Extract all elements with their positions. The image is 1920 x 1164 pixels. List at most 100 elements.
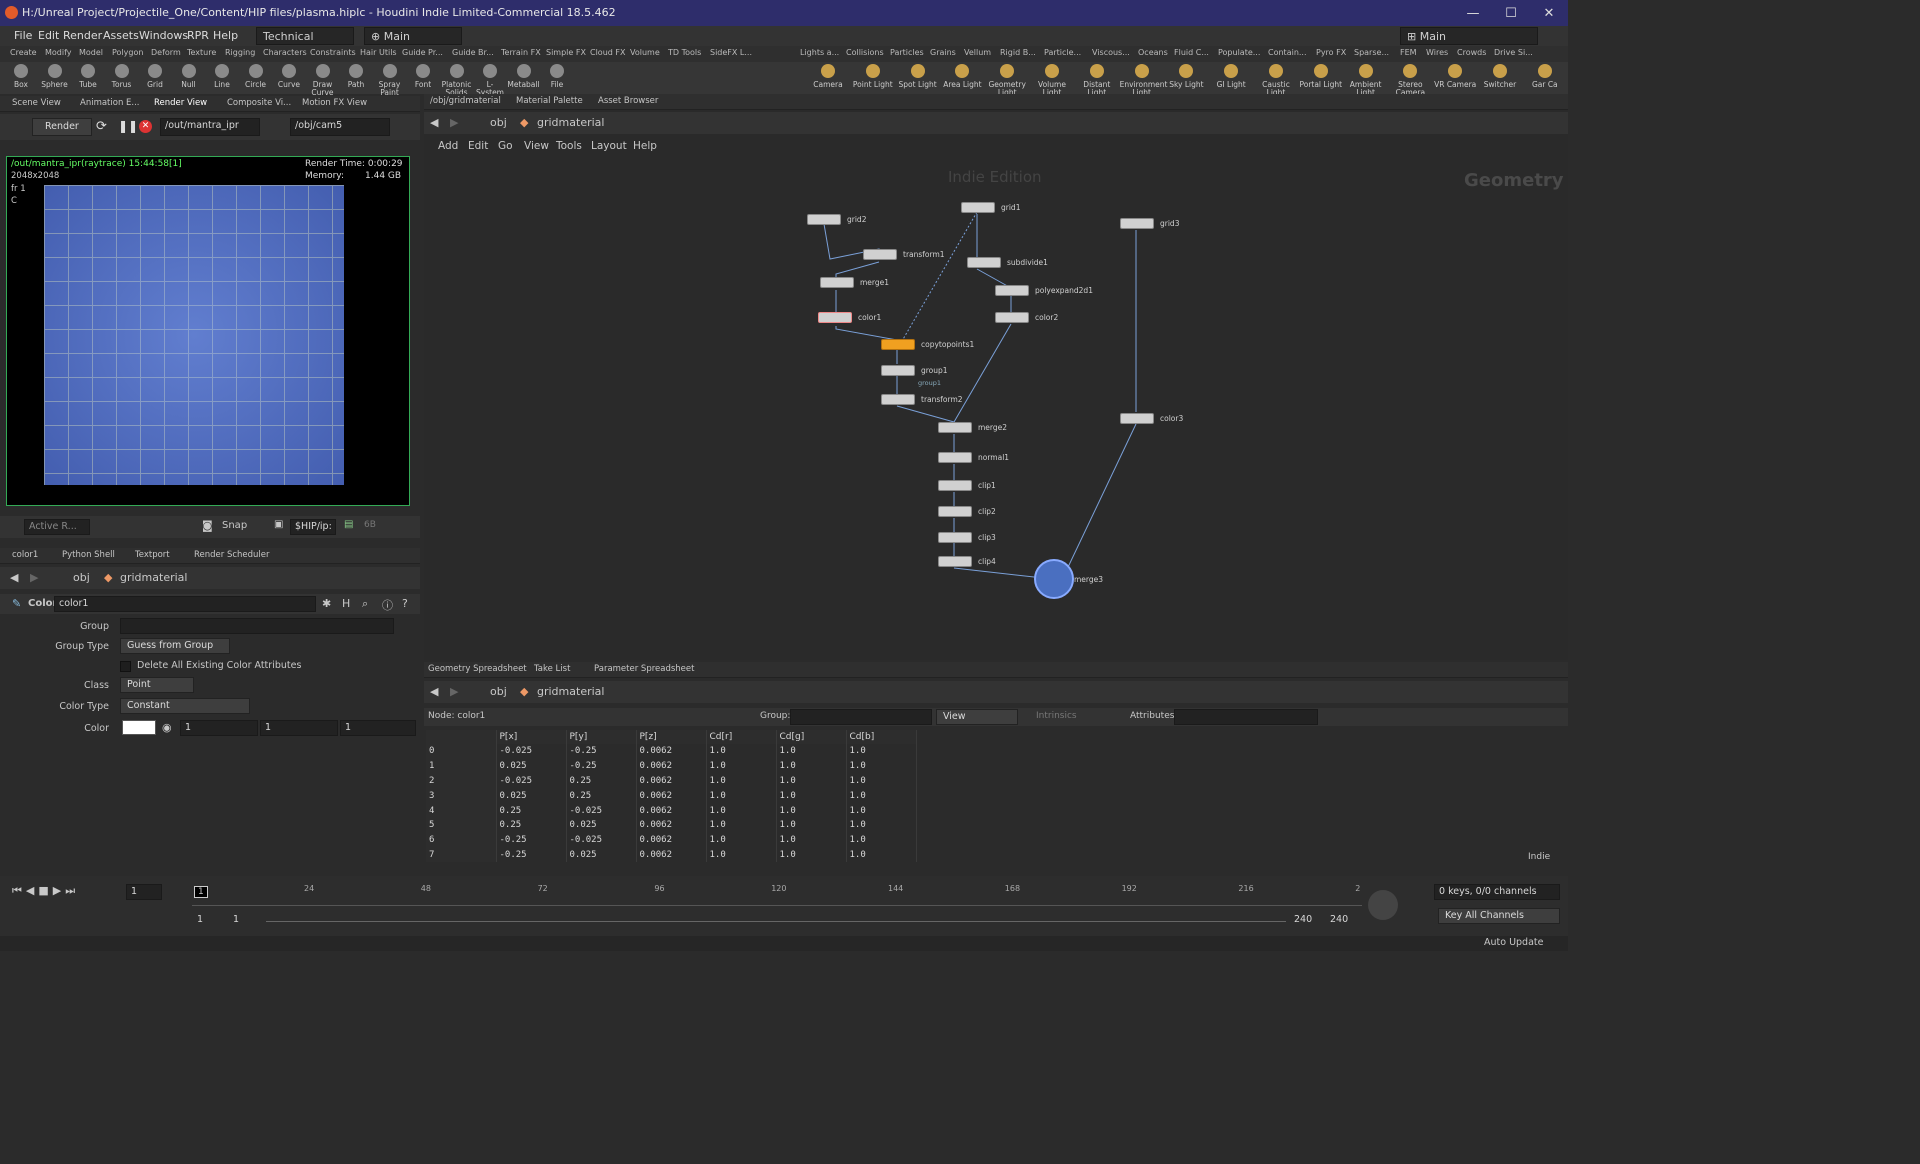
left-tab[interactable]: Scene View (12, 98, 61, 108)
menu-assets[interactable]: Assets (103, 29, 139, 42)
jump-end-icon[interactable]: ⏭ (65, 884, 75, 898)
shelf-tab[interactable]: Deform (151, 48, 181, 57)
minimize-button[interactable]: — (1454, 0, 1492, 26)
right-main-select[interactable]: ⊞ Main (1400, 27, 1538, 45)
close-button[interactable]: ✕ (1530, 0, 1568, 26)
gear-icon[interactable]: ✱ (322, 597, 331, 610)
sheet-tab[interactable]: Geometry Spreadsheet (428, 664, 527, 674)
shelf-tab[interactable]: Guide Br... (452, 48, 494, 57)
shelf-tab[interactable]: Populate... (1218, 48, 1260, 57)
start-frame-2[interactable]: 1 (229, 913, 257, 929)
snapshot-icon[interactable]: ◙ (202, 519, 213, 532)
sheet-tab[interactable]: Parameter Spreadsheet (594, 664, 694, 674)
shelf-tab[interactable]: FEM (1400, 48, 1417, 57)
shelf-tool[interactable]: Platonic Solids (440, 62, 474, 97)
column-header[interactable] (426, 730, 497, 744)
shelf-tab[interactable]: Pyro FX (1316, 48, 1346, 57)
shelf-tab[interactable]: SideFX L... (710, 48, 752, 57)
node-color3[interactable] (1120, 413, 1154, 424)
shelf-tab[interactable]: Polygon (112, 48, 143, 57)
node-color2[interactable] (995, 312, 1029, 323)
key-all-channels-button[interactable]: Key All Channels (1438, 908, 1560, 924)
shelf-tab[interactable]: Particles (890, 48, 924, 57)
shelf-tool[interactable]: Font (406, 62, 440, 89)
column-header[interactable]: Cd[g] (776, 730, 847, 744)
menu-windows[interactable]: Windows (139, 29, 188, 42)
help-h-icon[interactable]: H (342, 597, 350, 610)
menu-file[interactable]: File (14, 29, 32, 42)
node-merge2[interactable] (938, 422, 972, 433)
frame-field[interactable]: 1 (126, 884, 162, 900)
delete-checkbox[interactable] (120, 661, 131, 672)
shelf-tab[interactable]: Cloud FX (590, 48, 625, 57)
column-header[interactable]: Cd[r] (706, 730, 777, 744)
color-swatch[interactable] (122, 720, 156, 735)
shelf-tool[interactable]: File (540, 62, 574, 89)
shelf-tool[interactable]: Camera (806, 62, 850, 89)
shelf-tool[interactable]: Geometry Light (985, 62, 1029, 97)
path-obj[interactable]: obj (73, 571, 90, 584)
shelf-tab[interactable]: Particle... (1044, 48, 1081, 57)
path-node[interactable]: gridmaterial (120, 571, 187, 584)
group-field[interactable] (120, 618, 394, 634)
node-subdivide1[interactable] (967, 257, 1001, 268)
shelf-tool[interactable]: Ambient Light (1344, 62, 1388, 97)
node-group1[interactable] (881, 365, 915, 376)
shelf-tab[interactable]: Viscous... (1092, 48, 1130, 57)
shelf-tab[interactable]: Oceans (1138, 48, 1168, 57)
shelf-tab[interactable]: Constraints (310, 48, 356, 57)
shelf-tab[interactable]: Drive Si... (1494, 48, 1533, 57)
shelf-tab[interactable]: Volume (630, 48, 660, 57)
shelf-tool[interactable]: Stereo Camera (1388, 62, 1432, 97)
shelf-tool[interactable]: Path (339, 62, 373, 89)
shelf-tab[interactable]: Lights a... (800, 48, 839, 57)
jump-start-icon[interactable]: ⏮ (12, 884, 22, 898)
shelf-tool[interactable]: Sphere (38, 62, 72, 89)
shelf-tool[interactable]: VR Camera (1433, 62, 1477, 89)
class-select[interactable]: Point (120, 677, 194, 693)
shelf-tool[interactable]: Metaball (507, 62, 541, 89)
help-icon[interactable]: ? (402, 597, 408, 610)
shelf-tab[interactable]: Vellum (964, 48, 991, 57)
shelf-tab[interactable]: Rigid B... (1000, 48, 1036, 57)
maximize-button[interactable]: ☐ (1492, 0, 1530, 26)
shelf-tab[interactable]: Contain... (1268, 48, 1307, 57)
sheet-path-obj[interactable]: obj (490, 685, 507, 698)
shelf-tool[interactable]: Gar Ca (1523, 62, 1567, 89)
sheet-back-icon[interactable]: ◀ (430, 685, 438, 698)
search-icon[interactable]: ⌕ (362, 597, 368, 611)
shelf-tool[interactable]: Circle (239, 62, 273, 89)
step-back-icon[interactable]: ◀ (26, 884, 34, 898)
shelf-tool[interactable]: Point Light (851, 62, 895, 89)
pause-icon[interactable]: ❚❚ (118, 119, 138, 133)
main-select[interactable]: ⊕ Main (364, 27, 462, 45)
render-button[interactable]: Render (32, 118, 92, 136)
node-normal1[interactable] (938, 452, 972, 463)
sheet-view-select[interactable]: View (936, 709, 1018, 725)
node-merge1[interactable] (820, 277, 854, 288)
stop-icon[interactable]: ✕ (139, 120, 152, 133)
shelf-tool[interactable]: Tube (71, 62, 105, 89)
shelf-tab[interactable]: Simple FX (546, 48, 586, 57)
node-clip4[interactable] (938, 556, 972, 567)
menu-edit[interactable]: Edit (38, 29, 59, 42)
shelf-tool[interactable]: Spray Paint (373, 62, 407, 97)
shelf-tab[interactable]: Sparse... (1354, 48, 1389, 57)
node-clip2[interactable] (938, 506, 972, 517)
shelf-tool[interactable]: Distant Light (1075, 62, 1119, 97)
color-type-select[interactable]: Constant (120, 698, 250, 714)
shelf-tool[interactable]: Null (172, 62, 206, 89)
save-icon[interactable]: ▣ (274, 519, 283, 530)
timeline-bar[interactable]: 1 24 48 72 96 120 144 168 192 216 2 (192, 884, 1362, 906)
shelf-tool[interactable]: Box (4, 62, 38, 89)
shelf-tab[interactable]: TD Tools (668, 48, 701, 57)
active-render-select[interactable]: Active R... (24, 519, 90, 535)
color-g-field[interactable]: 1 (260, 720, 338, 736)
shelf-tool[interactable]: GI Light (1209, 62, 1253, 89)
node-transform1[interactable] (863, 249, 897, 260)
shelf-tab[interactable]: Grains (930, 48, 956, 57)
left-tab[interactable]: Motion FX View (302, 98, 367, 108)
shelf-tab[interactable]: Characters (263, 48, 307, 57)
end-frame-2[interactable]: 240 (1326, 913, 1360, 929)
sheet-forward-icon[interactable]: ▶ (450, 685, 458, 698)
